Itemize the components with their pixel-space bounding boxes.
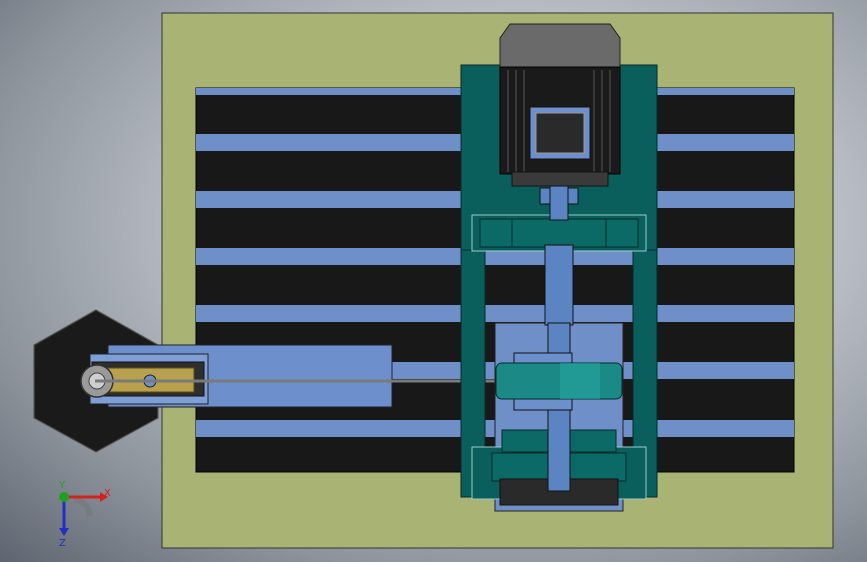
gear-body [495, 362, 623, 400]
shaft-lower [544, 244, 574, 326]
gear-hub-bottom [513, 397, 573, 411]
y-axis-label: Y [58, 480, 66, 491]
y-axis-dot [59, 492, 69, 502]
x-axis-label: X [104, 488, 111, 499]
shaft-upper [549, 185, 569, 221]
motor-flange [511, 171, 609, 187]
electric-motor[interactable] [499, 23, 621, 187]
triad-arc [73, 497, 93, 517]
gear-hub-top [513, 352, 573, 364]
terminal-box-cover [535, 112, 585, 154]
z-axis-arrow [59, 528, 69, 536]
assembly-view[interactable] [0, 0, 867, 562]
cad-viewport[interactable]: X Y Z [0, 0, 867, 562]
table-rail [196, 305, 794, 322]
motor-fan-cover [499, 23, 621, 69]
gear-face [560, 363, 600, 399]
coordinate-triad: X Y Z [58, 480, 111, 549]
z-axis-label: Z [59, 538, 66, 549]
frame-bearing-inner [479, 218, 639, 248]
